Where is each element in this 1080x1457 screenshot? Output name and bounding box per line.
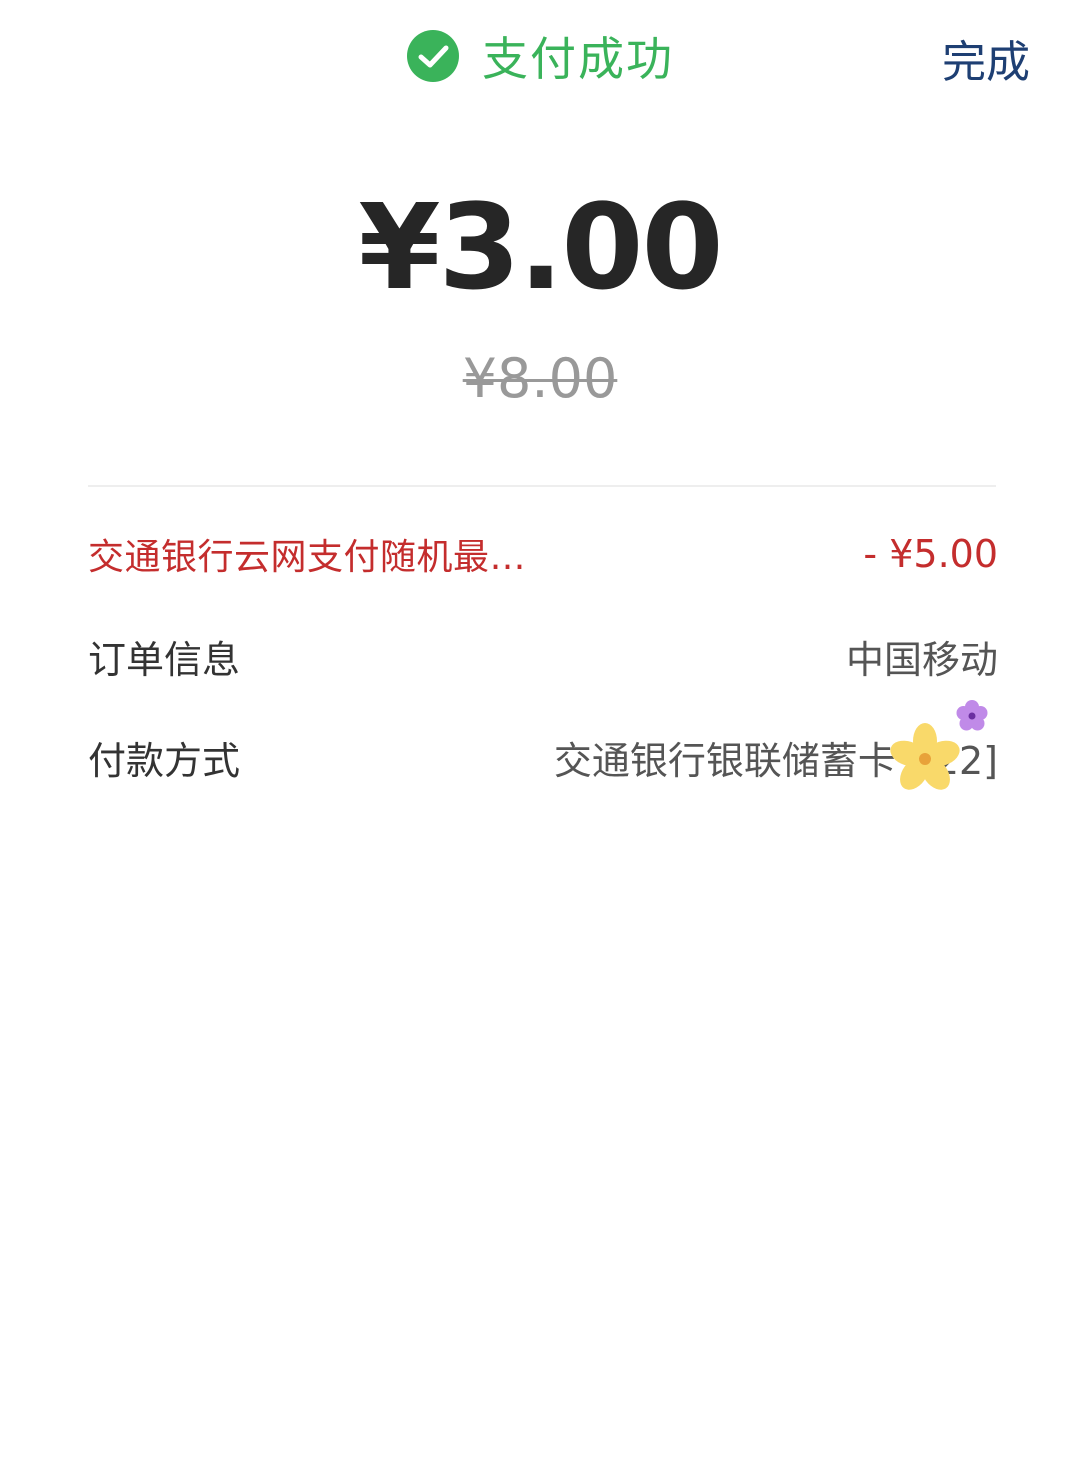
discount-value: - ¥5.00 — [863, 532, 998, 576]
payment-method-value: 交通银行银联储蓄卡 [ 22] — [553, 738, 998, 783]
payment-status: 支付成功 — [406, 26, 674, 86]
divider — [88, 485, 996, 487]
order-info-label: 订单信息 — [88, 637, 241, 682]
discount-label: 交通银行云网支付随机最… — [88, 537, 527, 578]
order-info-value: 中国移动 — [845, 637, 998, 682]
check-circle-icon — [407, 30, 459, 82]
discount-row[interactable]: 交通银行云网支付随机最… - ¥5.00 — [88, 524, 998, 584]
done-button[interactable]: 完成 — [942, 26, 1030, 90]
payment-method-label: 付款方式 — [88, 738, 241, 783]
original-amount: ¥8.00 — [462, 347, 618, 410]
paid-amount: ¥3.00 — [358, 178, 723, 316]
status-title: 支付成功 — [482, 32, 674, 86]
top-bar: 支付成功 完成 — [0, 0, 1080, 110]
payment-method-row[interactable]: 付款方式 交通银行银联储蓄卡 [ 22] — [88, 727, 998, 787]
order-info-row[interactable]: 订单信息 中国移动 — [88, 626, 998, 686]
